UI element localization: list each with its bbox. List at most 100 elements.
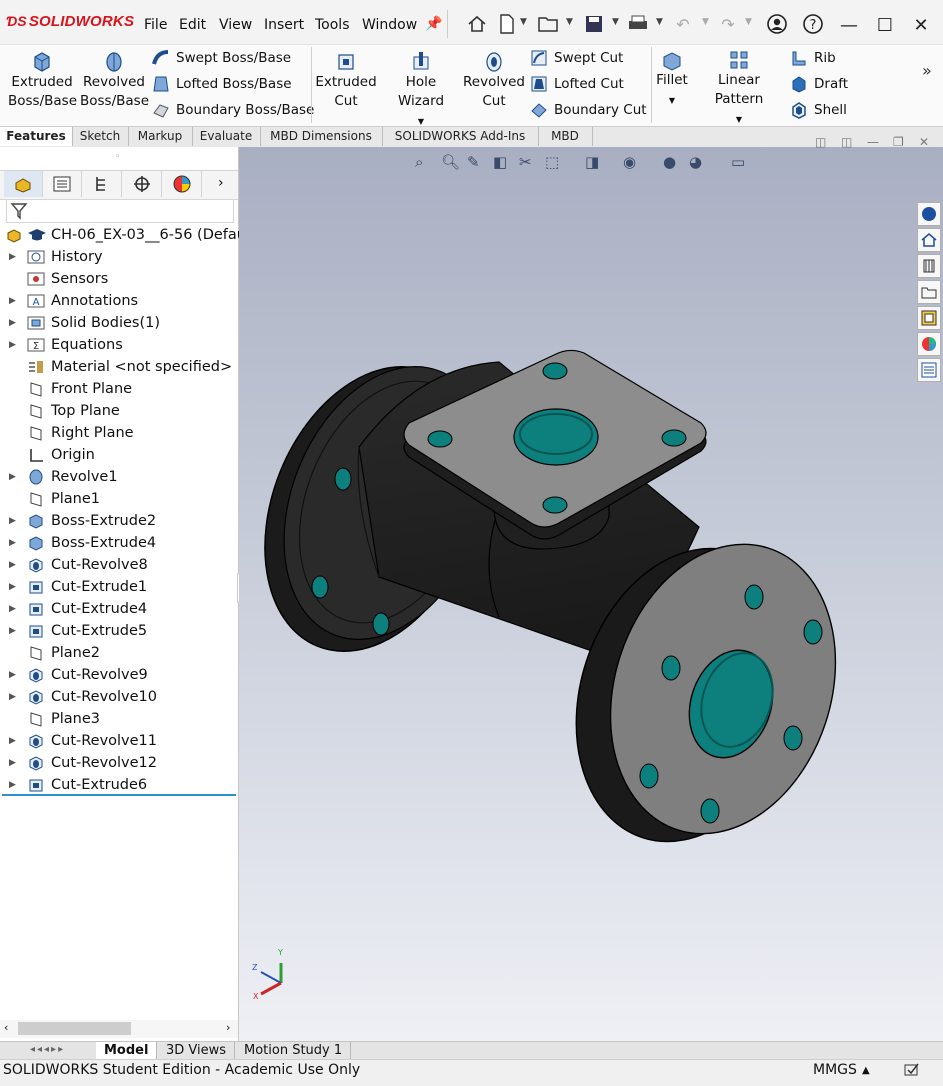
tree-item-equations[interactable]: ▶ Σ Equations — [0, 334, 238, 356]
tree-item-material-not-specified[interactable]: Material <not specified> — [0, 356, 238, 378]
pin-icon[interactable]: 📌 — [423, 13, 445, 35]
tree-item-cut-revolve10[interactable]: ▶ Cut-Revolve10 — [0, 686, 238, 708]
tree-item-right-plane[interactable]: Right Plane — [0, 422, 238, 444]
tree-item-cut-extrude1[interactable]: ▶ Cut-Extrude1 — [0, 576, 238, 598]
horizontal-scrollbar[interactable]: ‹ › — [0, 1020, 238, 1038]
redo-icon[interactable]: ↷ — [717, 13, 739, 35]
unit-system[interactable]: MMGS — [813, 1060, 857, 1081]
chevron-down-icon[interactable]: ▼ — [745, 17, 752, 27]
new-document-icon[interactable] — [496, 13, 518, 35]
chevron-up-icon[interactable]: ▲ — [862, 1060, 870, 1081]
tree-item-cut-extrude6[interactable]: ▶ Cut-Extrude6 — [0, 774, 238, 796]
undo-icon[interactable]: ↶ — [672, 13, 694, 35]
tree-item-annotations[interactable]: ▶ A Annotations — [0, 290, 238, 312]
rib-button[interactable]: Rib — [790, 49, 836, 67]
swept-cut-button[interactable]: Swept Cut — [530, 49, 623, 67]
chevron-down-icon[interactable]: ▼ — [702, 17, 709, 27]
tree-root-part[interactable]: CH-06_EX-03__6-56 (Default — [0, 224, 256, 246]
expand-arrow-icon[interactable]: ▶ — [9, 246, 16, 268]
chevron-down-icon[interactable]: ▼ — [520, 17, 527, 27]
menu-view[interactable]: View — [219, 17, 252, 33]
expand-arrow-icon[interactable]: ▶ — [9, 752, 16, 774]
save-icon[interactable] — [583, 13, 605, 35]
tree-item-plane2[interactable]: Plane2 — [0, 642, 238, 664]
rebuild-status-icon[interactable] — [903, 1060, 921, 1086]
menu-edit[interactable]: Edit — [179, 17, 206, 33]
lofted-cut-button[interactable]: Lofted Cut — [530, 75, 624, 93]
configuration-manager-tab-icon[interactable] — [83, 171, 122, 197]
tree-item-solid-bodies-1[interactable]: ▶ Solid Bodies(1) — [0, 312, 238, 334]
graphics-area[interactable]: ⌕ 🔍︎ ✎ ◧ ✂ ⬚ ◨ ◉ ● ◕ ▭ ◫ ◫ — ❐ ✕ Y Z X — [239, 135, 943, 1041]
chevron-right-icon[interactable]: › — [218, 175, 224, 191]
chevron-down-icon[interactable]: ▼ — [656, 17, 663, 27]
chevron-down-icon[interactable]: ▼ — [566, 17, 573, 27]
display-manager-tab-icon[interactable] — [163, 171, 202, 197]
home-icon[interactable] — [466, 13, 488, 35]
swept-boss-button[interactable]: Swept Boss/Base — [152, 49, 291, 67]
design-library-icon[interactable] — [917, 254, 941, 278]
tab-mbd-dimensions[interactable]: MBD Dimensions — [260, 127, 383, 146]
custom-properties-icon[interactable] — [917, 358, 941, 382]
boundary-cut-button[interactable]: Boundary Cut — [530, 101, 647, 119]
expand-arrow-icon[interactable]: ▶ — [9, 290, 16, 312]
expand-arrow-icon[interactable]: ▶ — [9, 466, 16, 488]
close-icon[interactable]: ✕ — [906, 10, 936, 40]
draft-button[interactable]: Draft — [790, 75, 848, 93]
minimize-icon[interactable]: — — [834, 10, 864, 40]
open-folder-icon[interactable] — [538, 13, 560, 35]
scrollbar-thumb[interactable] — [18, 1022, 131, 1035]
tree-item-plane3[interactable]: Plane3 — [0, 708, 238, 730]
appearances-icon[interactable] — [917, 332, 941, 356]
scroll-right-icon[interactable]: › — [226, 1021, 230, 1034]
tree-item-cut-revolve12[interactable]: ▶ Cut-Revolve12 — [0, 752, 238, 774]
revolved-cut-button[interactable]: Revolved Cut — [462, 49, 526, 111]
tree-item-origin[interactable]: Origin — [0, 444, 238, 466]
fillet-button[interactable]: Fillet ▼ — [654, 49, 690, 110]
extruded-cut-button[interactable]: Extruded Cut — [314, 49, 378, 111]
tree-item-front-plane[interactable]: Front Plane — [0, 378, 238, 400]
tab-scroll-arrows-icon[interactable]: ◂◂◂▸▸ — [30, 1044, 90, 1058]
tree-item-cut-revolve11[interactable]: ▶ Cut-Revolve11 — [0, 730, 238, 752]
tree-item-cut-revolve8[interactable]: ▶ Cut-Revolve8 — [0, 554, 238, 576]
linear-pattern-button[interactable]: Linear Pattern ▼ — [694, 49, 784, 129]
tab-evaluate[interactable]: Evaluate — [192, 127, 261, 146]
tree-item-revolve1[interactable]: ▶ Revolve1 — [0, 466, 238, 488]
view-palette-icon[interactable] — [917, 306, 941, 330]
tree-item-history[interactable]: ▶ History — [0, 246, 238, 268]
solidworks-resources-icon[interactable] — [917, 202, 941, 226]
revolved-boss-button[interactable]: Revolved Boss/Base — [80, 49, 149, 111]
maximize-icon[interactable]: ☐ — [870, 10, 900, 40]
file-explorer-icon[interactable] — [917, 280, 941, 304]
expand-arrow-icon[interactable]: ▶ — [9, 664, 16, 686]
chevron-down-icon[interactable]: ▼ — [736, 115, 742, 124]
lofted-boss-button[interactable]: Lofted Boss/Base — [152, 75, 292, 93]
expand-arrow-icon[interactable]: ▶ — [9, 510, 16, 532]
tree-item-boss-extrude4[interactable]: ▶ Boss-Extrude4 — [0, 532, 238, 554]
expand-arrow-icon[interactable]: ▶ — [9, 532, 16, 554]
feature-manager-tab-icon[interactable] — [4, 171, 43, 197]
tab-3d-views[interactable]: 3D Views — [158, 1042, 236, 1060]
ribbon-more-icon[interactable]: » — [922, 61, 932, 80]
chevron-down-icon[interactable]: ▼ — [669, 96, 675, 105]
scroll-left-icon[interactable]: ‹ — [4, 1021, 8, 1034]
tab-features[interactable]: Features — [0, 127, 73, 146]
shell-button[interactable]: Shell — [790, 101, 847, 119]
menu-file[interactable]: File — [144, 17, 167, 33]
expand-arrow-icon[interactable]: ▶ — [9, 554, 16, 576]
tab-solidworks-addins[interactable]: SOLIDWORKS Add-Ins — [382, 127, 539, 146]
chevron-down-icon[interactable]: ▼ — [418, 117, 424, 126]
tree-item-top-plane[interactable]: Top Plane — [0, 400, 238, 422]
expand-arrow-icon[interactable]: ▶ — [9, 686, 16, 708]
tree-item-cut-revolve9[interactable]: ▶ Cut-Revolve9 — [0, 664, 238, 686]
tree-item-cut-extrude5[interactable]: ▶ Cut-Extrude5 — [0, 620, 238, 642]
expand-arrow-icon[interactable]: ▶ — [9, 774, 16, 796]
tree-filter-input[interactable] — [6, 199, 234, 223]
tree-item-plane1[interactable]: Plane1 — [0, 488, 238, 510]
tab-mbd[interactable]: MBD — [538, 127, 593, 146]
extruded-boss-button[interactable]: Extruded Boss/Base — [8, 49, 77, 111]
dimxpert-manager-tab-icon[interactable] — [123, 171, 162, 197]
expand-arrow-icon[interactable]: ▶ — [9, 730, 16, 752]
property-manager-tab-icon[interactable] — [43, 171, 82, 197]
tab-sketch[interactable]: Sketch — [72, 127, 129, 146]
expand-arrow-icon[interactable]: ▶ — [9, 620, 16, 642]
